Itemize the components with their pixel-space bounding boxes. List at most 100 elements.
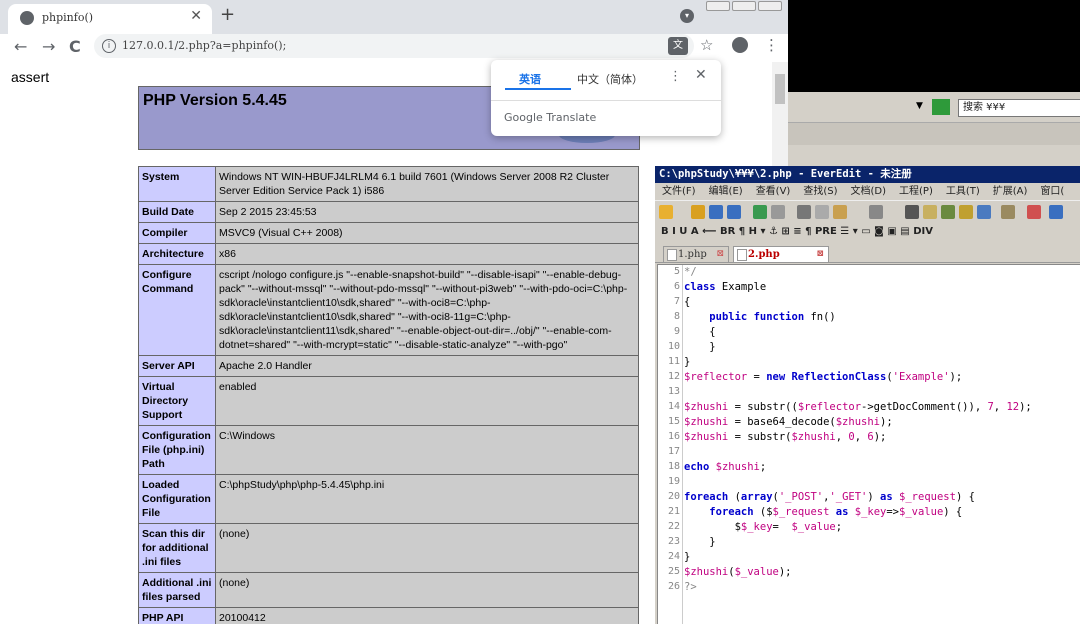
code-line[interactable]: $zhushi = substr($zhushi, 0, 6); xyxy=(684,431,886,443)
menu-edit[interactable]: 编辑(E) xyxy=(709,186,743,197)
phpinfo-row: Additional .ini files parsed (none) xyxy=(138,572,639,608)
code-line[interactable]: $zhushi($_value); xyxy=(684,566,792,578)
code-line[interactable]: } xyxy=(684,551,690,563)
maximize-button[interactable] xyxy=(732,1,756,11)
find-files-icon[interactable] xyxy=(941,205,955,219)
code-line[interactable]: $zhushi = substr(($reflector->getDocComm… xyxy=(684,401,1032,413)
php-version-title: PHP Version 5.4.45 xyxy=(143,92,287,109)
redo-icon[interactable] xyxy=(771,205,785,219)
background-search-input[interactable]: 搜索 ¥¥¥ xyxy=(958,99,1080,117)
menu-file[interactable]: 文件(F) xyxy=(662,186,696,197)
code-line[interactable]: $reflector = new ReflectionClass('Exampl… xyxy=(684,371,962,383)
translate-chinese-tab[interactable]: 中文（简体） xyxy=(577,71,643,87)
new-tab-button[interactable]: + xyxy=(220,4,235,25)
phpinfo-row: PHP API 20100412 xyxy=(138,607,639,624)
document-icon xyxy=(667,249,677,261)
save-icon[interactable] xyxy=(709,205,723,219)
tab-search-icon[interactable]: ▾ xyxy=(680,9,694,23)
info-icon[interactable]: i xyxy=(102,39,116,53)
code-line[interactable]: */ xyxy=(684,266,697,278)
phpinfo-row: Loaded Configuration File C:\phpStudy\php… xyxy=(138,474,639,524)
code-line[interactable]: { xyxy=(684,326,715,338)
format-icon[interactable] xyxy=(869,205,883,219)
open-folder-icon[interactable] xyxy=(691,205,705,219)
translate-english-tab[interactable]: 英语 xyxy=(519,71,541,87)
code-line[interactable]: { xyxy=(684,296,690,308)
code-line[interactable]: } xyxy=(684,356,690,368)
minimize-button[interactable] xyxy=(706,1,730,11)
browser-tab[interactable]: phpinfo() ✕ xyxy=(8,4,212,34)
html-format-buttons[interactable]: B I U A ⟵ BR ¶ H ▾ ⚓ ⊞ ≡ ¶ PRE ☰ ▾ ▭ ◙ ▣… xyxy=(661,226,933,237)
phpinfo-value: (none) xyxy=(215,572,639,608)
reload-button[interactable]: C xyxy=(69,37,81,56)
editor-tab-1php[interactable]: 1.php ⊠ xyxy=(663,246,729,263)
menu-tools[interactable]: 工具(T) xyxy=(946,186,980,197)
new-file-icon[interactable] xyxy=(659,205,673,219)
phpinfo-value: 20100412 xyxy=(215,607,639,624)
phpinfo-value: MSVC9 (Visual C++ 2008) xyxy=(215,222,639,244)
code-line[interactable]: $$_key= $_value; xyxy=(684,521,843,533)
code-line[interactable]: foreach (array('_POST','_GET') as $_requ… xyxy=(684,491,975,503)
back-button[interactable]: ← xyxy=(14,37,27,56)
translate-close-button[interactable]: ✕ xyxy=(695,67,707,83)
phpinfo-value: Windows NT WIN-HBUFJ4LRLM4 6.1 build 760… xyxy=(215,166,639,202)
editor-tab-2php[interactable]: 2.php ⊠ xyxy=(733,246,829,263)
menu-window[interactable]: 窗口( xyxy=(1040,186,1064,197)
find-icon[interactable] xyxy=(905,205,919,219)
replace-icon[interactable] xyxy=(923,205,937,219)
phpinfo-value: cscript /nologo configure.js "--enable-s… xyxy=(215,264,639,356)
tab-close-icon[interactable]: ⊠ xyxy=(716,247,724,262)
bookmark-star-icon[interactable]: ☆ xyxy=(700,36,713,54)
menu-extensions[interactable]: 扩展(A) xyxy=(993,186,1028,197)
tab-close-button[interactable]: ✕ xyxy=(190,8,202,24)
tool-icon[interactable] xyxy=(1001,205,1015,219)
menu-search[interactable]: 查找(S) xyxy=(803,186,837,197)
code-line[interactable]: public function fn() xyxy=(684,311,835,323)
line-number: 24 xyxy=(667,551,680,562)
forward-button[interactable]: → xyxy=(42,37,55,56)
code-line[interactable]: foreach ($$_request as $_key=>$_value) { xyxy=(684,506,962,518)
paste-icon[interactable] xyxy=(833,205,847,219)
code-line[interactable]: class Example xyxy=(684,281,766,293)
menu-view[interactable]: 查看(V) xyxy=(756,186,791,197)
line-number: 25 xyxy=(667,566,680,577)
bookmark-icon[interactable] xyxy=(959,205,973,219)
refresh-icon[interactable] xyxy=(932,99,950,115)
cut-icon[interactable] xyxy=(797,205,811,219)
save-all-icon[interactable] xyxy=(727,205,741,219)
compare-icon[interactable] xyxy=(977,205,991,219)
url-text[interactable]: 127.0.0.1/2.php?a=phpinfo(); xyxy=(122,39,286,52)
translate-more-icon[interactable]: ⋮ xyxy=(669,69,682,84)
extra-tool-icon[interactable] xyxy=(1049,205,1063,219)
copy-icon[interactable] xyxy=(815,205,829,219)
scrollbar-thumb[interactable] xyxy=(775,74,785,104)
address-bar[interactable]: i 127.0.0.1/2.php?a=phpinfo(); xyxy=(94,34,694,58)
phpinfo-key: System xyxy=(138,166,216,202)
code-line[interactable]: echo $zhushi; xyxy=(684,461,766,473)
html-format-toolbar[interactable]: B I U A ⟵ BR ¶ H ▾ ⚓ ⊞ ≡ ¶ PRE ☰ ▾ ▭ ◙ ▣… xyxy=(655,222,1080,242)
phpinfo-key: Loaded Configuration File xyxy=(138,474,216,524)
phpinfo-value: Sep 2 2015 23:45:53 xyxy=(215,201,639,223)
profile-avatar-icon[interactable] xyxy=(732,37,748,53)
window-controls[interactable] xyxy=(706,0,788,11)
line-number: 17 xyxy=(667,446,680,457)
code-line[interactable]: $zhushi = base64_decode($zhushi); xyxy=(684,416,893,428)
translate-popup: 英语 中文（简体） ⋮ ✕ Google Translate xyxy=(491,60,721,136)
menu-project[interactable]: 工程(P) xyxy=(899,186,933,197)
dropdown-arrow-icon[interactable]: ▼ xyxy=(916,101,923,111)
code-line[interactable]: } xyxy=(684,341,715,353)
code-line[interactable]: } xyxy=(684,536,715,548)
phpinfo-key: Compiler xyxy=(138,222,216,244)
browser-menu-icon[interactable]: ⋮ xyxy=(764,36,779,54)
undo-icon[interactable] xyxy=(753,205,767,219)
tab-close-icon[interactable]: ⊠ xyxy=(816,247,824,262)
menu-document[interactable]: 文档(D) xyxy=(851,186,887,197)
close-window-button[interactable] xyxy=(758,1,782,11)
translate-icon[interactable]: 文 xyxy=(668,37,688,55)
editor-title-bar: C:\phpStudy\¥¥¥\2.php - EverEdit - 未注册 xyxy=(655,166,1080,183)
phpinfo-key: Configure Command xyxy=(138,264,216,356)
code-editor[interactable]: 5 6 7 8 9 10 11 12 13 14 15 16 17 18 19 20 21 22 23 24 25 26 … xyxy=(657,264,1080,624)
background-toolbar xyxy=(788,122,1080,145)
code-line[interactable]: ?> xyxy=(684,581,697,593)
settings-icon[interactable] xyxy=(1027,205,1041,219)
